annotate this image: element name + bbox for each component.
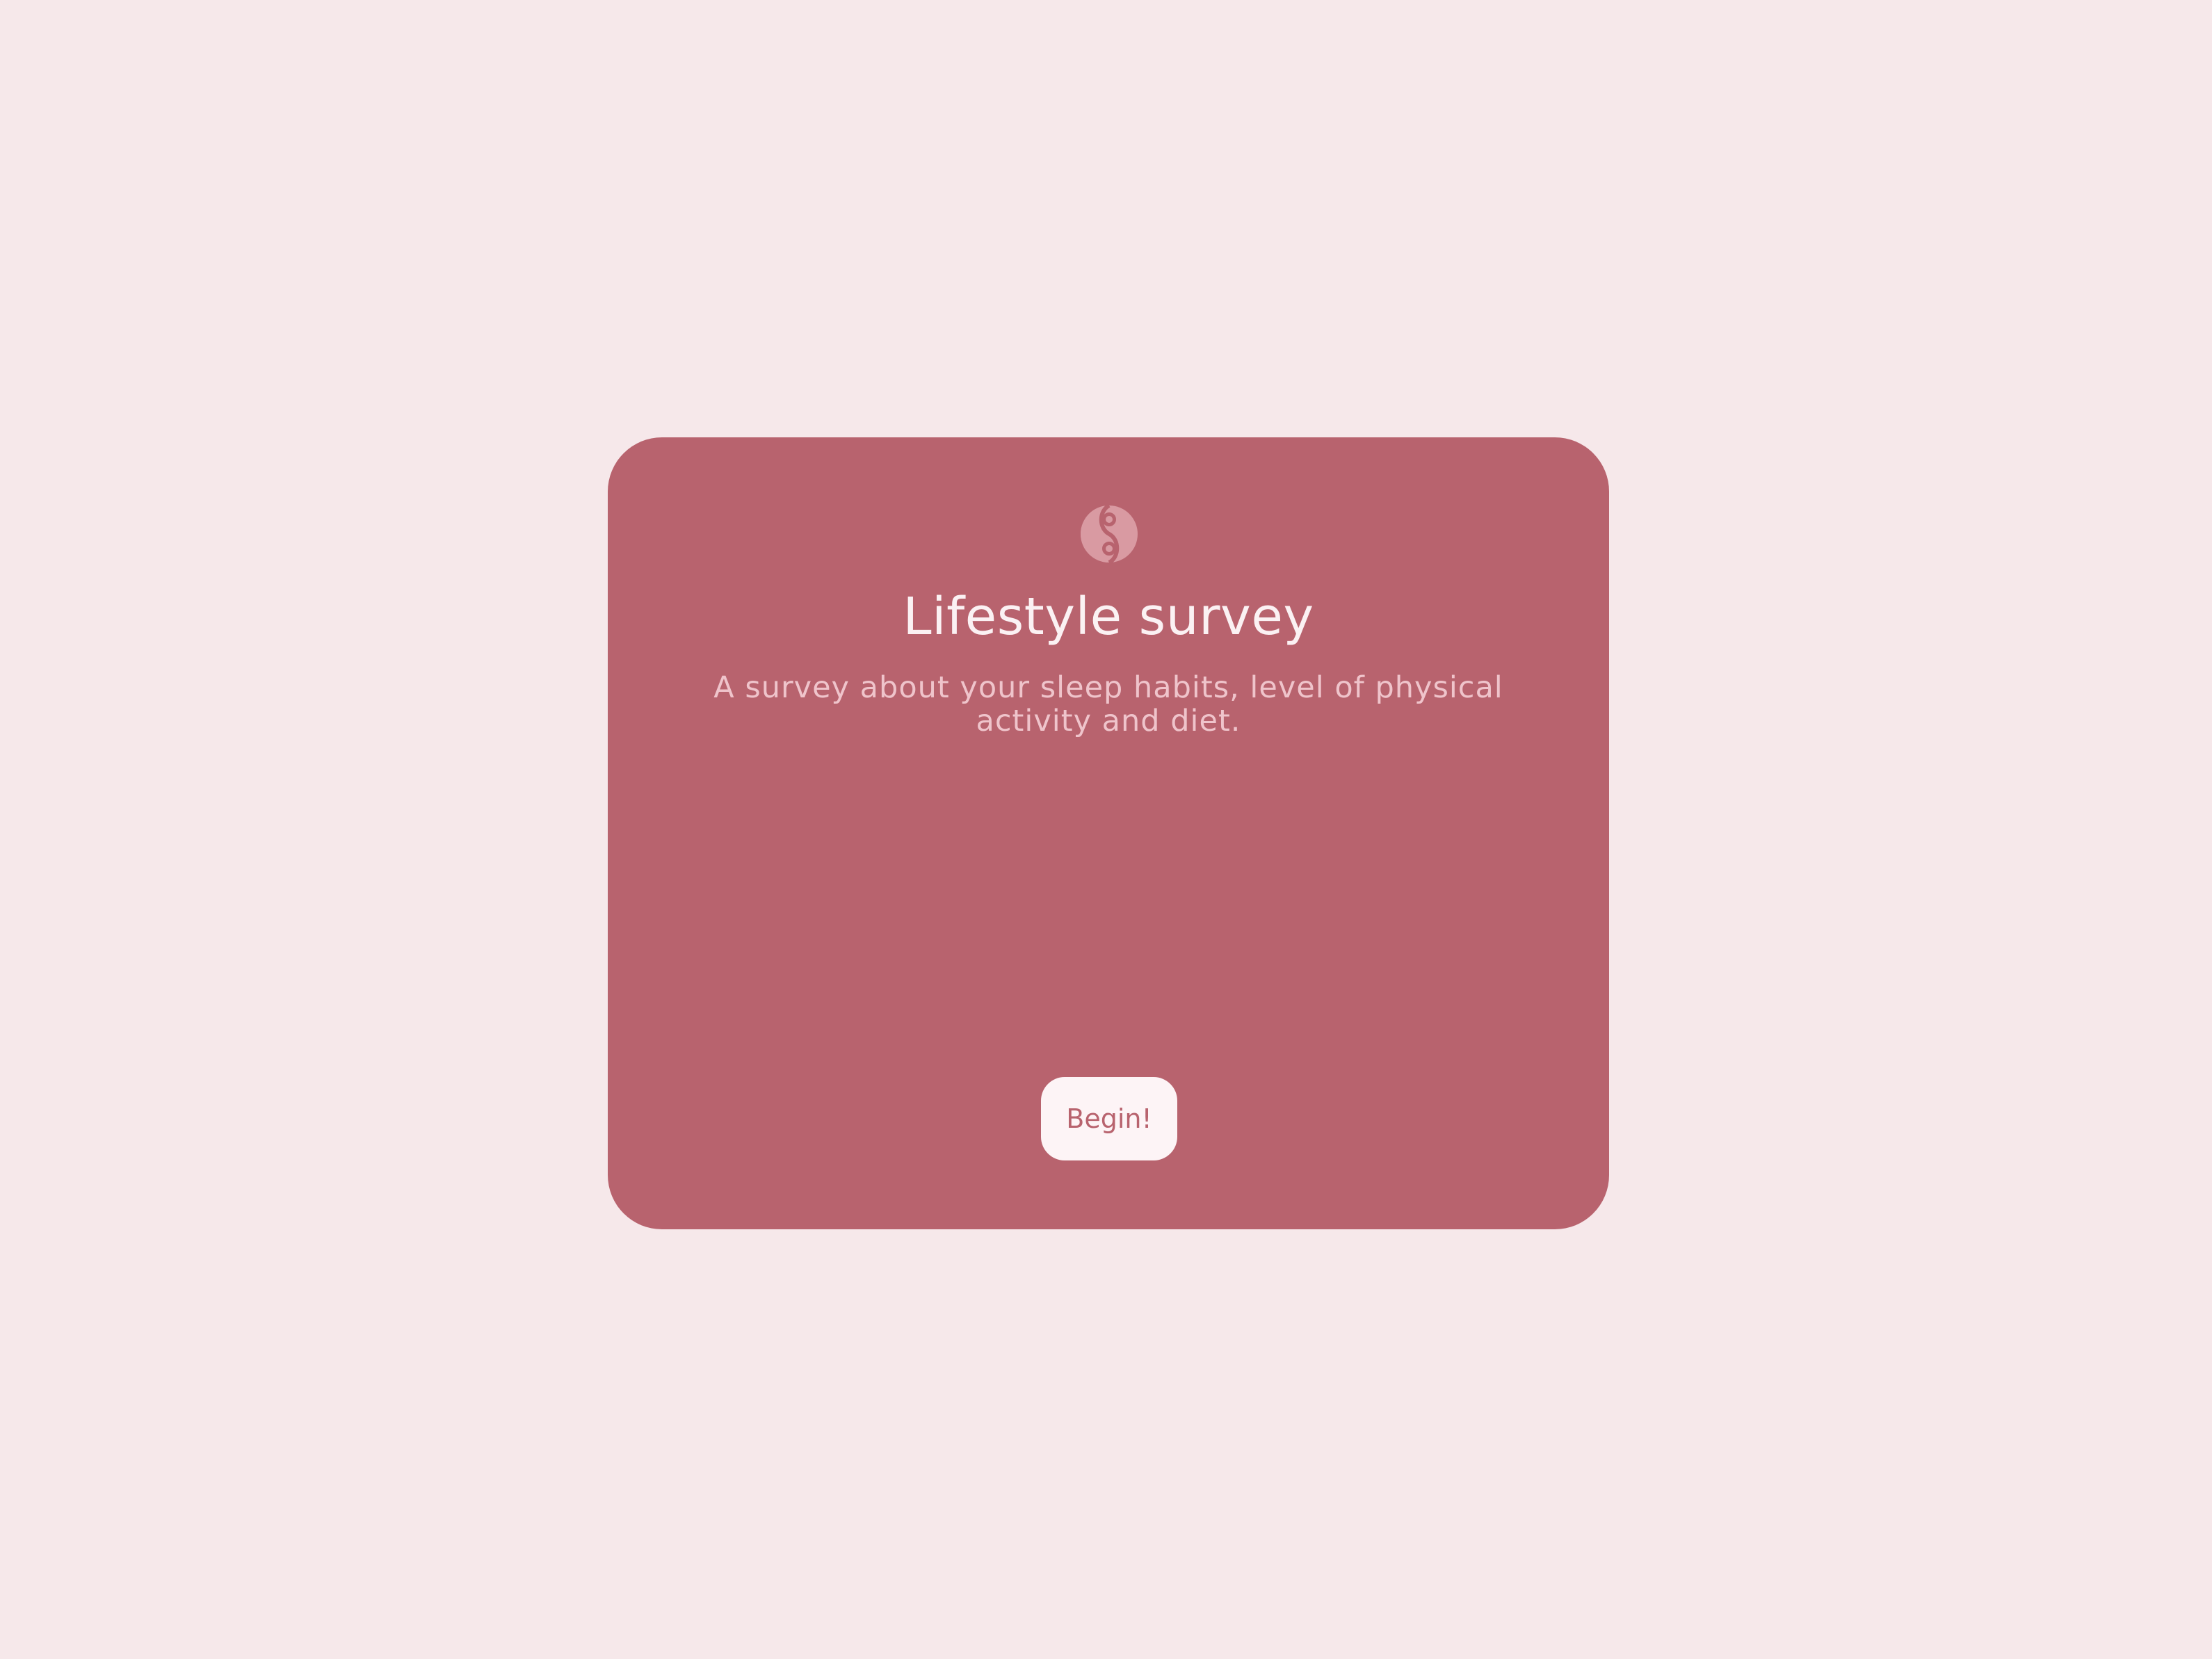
begin-button[interactable]: Begin! xyxy=(1041,1077,1177,1160)
survey-title: Lifestyle survey xyxy=(903,587,1314,647)
survey-intro-card: Lifestyle survey A survey about your sle… xyxy=(608,437,1609,1229)
survey-description: A survey about your sleep habits, level … xyxy=(713,670,1503,738)
yin-yang-icon xyxy=(1081,505,1138,563)
